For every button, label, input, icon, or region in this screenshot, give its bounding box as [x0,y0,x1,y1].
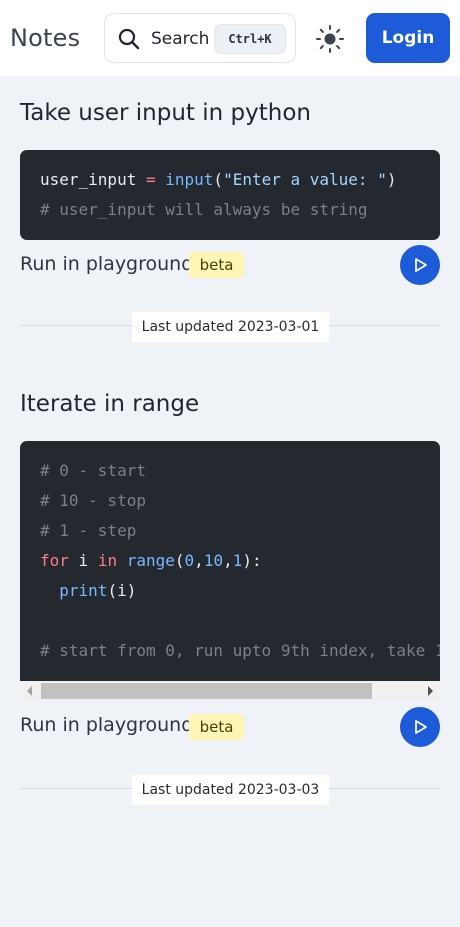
code-line-5: print(i) [40,576,440,606]
run-button[interactable] [400,707,440,747]
code-token: "Enter a value: " [223,170,387,189]
note-title: Take user input in python [20,100,311,126]
code-token: ): [242,551,262,570]
code-token: for [40,551,69,570]
code-line-1: user_input = input("Enter a value: ") [40,165,396,195]
code-content: # 0 - start # 10 - stop # 1 - step for i in… [40,456,440,666]
code-line-4: for i in range(0,10,1): [40,546,440,576]
search-shortcut: Ctrl+K [214,24,286,54]
code-line-7: # start from 0, run upto 9th index, take… [40,641,440,660]
search-icon [118,28,140,50]
code-token: i [68,551,98,570]
code-block: user_input = input("Enter a value: ") # u… [20,150,440,240]
code-token: ) [386,170,397,189]
scroll-left-arrow-icon[interactable] [27,686,32,696]
scroll-right-arrow-icon[interactable] [428,686,433,696]
code-line-2: # user_input will always be string [40,200,368,219]
play-icon [415,720,427,734]
code-line-2: # 10 - stop [40,491,146,510]
code-token: (i) [107,581,137,600]
code-token: range [126,551,175,570]
play-icon [415,258,427,272]
search-button[interactable]: Search Ctrl+K [104,13,296,63]
login-button[interactable]: Login [366,13,450,63]
beta-badge: beta [189,714,244,740]
last-updated: Last updated 2023-03-03 [132,775,329,805]
code-token: , [223,551,233,570]
code-token: 10 [203,551,224,570]
code-token: 1 [232,551,243,570]
code-content: user_input = input("Enter a value: ") # u… [40,165,396,225]
code-token: ( [174,551,185,570]
run-in-playground-label: Run in playground [20,714,194,736]
code-token: user_input [40,170,146,189]
brand-title[interactable]: Notes [10,24,80,52]
run-button[interactable] [400,245,440,285]
code-token: ( [213,170,224,189]
sun-icon[interactable] [314,23,346,55]
code-token: in [97,551,118,570]
code-token: 0 [184,551,195,570]
note-title: Iterate in range [20,391,200,417]
code-line-6: ​ [40,606,440,636]
run-in-playground-label: Run in playground [20,253,194,275]
horizontal-scrollbar[interactable] [20,681,440,701]
scrollbar-thumb[interactable] [41,683,372,699]
code-token: input [165,170,214,189]
code-token: print [59,581,108,600]
code-token: , [194,551,204,570]
top-bar: Notes Search Ctrl+K Login [0,0,460,76]
code-block: # 0 - start # 10 - stop # 1 - step for i in… [20,441,440,681]
code-line-3: # 1 - step [40,521,137,540]
code-line-1: # 0 - start [40,461,146,480]
last-updated: Last updated 2023-03-01 [132,312,329,342]
search-label: Search [151,29,210,49]
beta-badge: beta [189,252,244,278]
code-token: = [145,170,156,189]
